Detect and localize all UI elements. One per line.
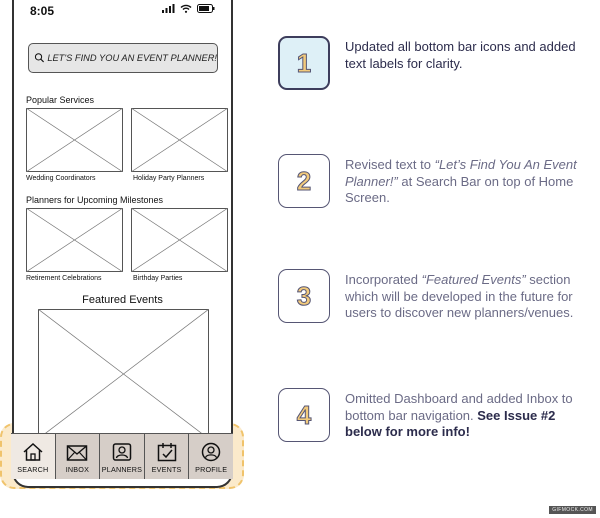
calendar-check-icon [157, 443, 176, 462]
search-placeholder: LET'S FIND YOU AN EVENT PLANNER! [47, 53, 217, 63]
user-icon [201, 442, 221, 462]
nav-label: PLANNERS [101, 465, 143, 474]
image-placeholder[interactable] [131, 108, 228, 172]
status-time: 8:05 [30, 4, 55, 18]
battery-icon [197, 4, 215, 13]
nav-item-profile[interactable]: PROFILE [189, 434, 233, 479]
note-number-box: 4 [278, 388, 330, 442]
wifi-icon [180, 4, 192, 13]
search-icon [34, 53, 45, 63]
nav-label: INBOX [65, 465, 90, 474]
service-label: Holiday Party Planners [133, 175, 205, 182]
nav-label: SEARCH [17, 465, 49, 474]
featured-events-title: Featured Events [82, 294, 163, 306]
status-icons [162, 4, 215, 13]
search-bar[interactable]: LET'S FIND YOU AN EVENT PLANNER! [28, 43, 218, 73]
section-title-popular: Popular Services [26, 95, 95, 105]
nav-label: PROFILE [195, 465, 228, 474]
status-bar: 8:05 [14, 0, 231, 22]
nav-item-events[interactable]: EVENTS [145, 434, 190, 479]
milestone-label: Retirement Celebrations [26, 275, 102, 282]
image-placeholder[interactable] [26, 208, 123, 272]
image-placeholder[interactable] [131, 208, 228, 272]
nav-item-planners[interactable]: PLANNERS [100, 434, 145, 479]
note-number-box: 3 [278, 269, 330, 323]
section-title-milestones: Planners for Upcoming Milestones [26, 195, 164, 205]
note-text: Revised text to “Let’s Find You An Event… [345, 157, 577, 205]
note-number-box: 2 [278, 154, 330, 208]
bottom-nav-bar: SEARCH INBOX PLANNERS EVENTS PROFILE [11, 433, 233, 479]
note-text: Updated all bottom bar icons and added t… [345, 39, 576, 71]
mail-icon [67, 445, 88, 461]
milestone-label: Birthday Parties [133, 275, 183, 282]
signal-icon [162, 4, 175, 13]
note-number-box: 1 [278, 36, 330, 90]
home-icon [23, 442, 43, 461]
watermark-credit: GIFMOCK.COM [549, 506, 596, 514]
note-text: Omitted Dashboard and added Inbox to bot… [345, 391, 573, 439]
service-label: Wedding Coordinators [26, 175, 96, 182]
contacts-icon [112, 443, 132, 461]
featured-image-placeholder[interactable] [38, 309, 209, 439]
nav-label: EVENTS [151, 465, 182, 474]
nav-item-search[interactable]: SEARCH [11, 434, 56, 479]
image-placeholder[interactable] [26, 108, 123, 172]
note-text: Incorporated “Featured Events” section w… [345, 272, 574, 320]
phone-wireframe: 8:05 LET'S FIND YOU AN EVENT PLANNER! Po… [12, 0, 233, 488]
nav-item-inbox[interactable]: INBOX [56, 434, 101, 479]
